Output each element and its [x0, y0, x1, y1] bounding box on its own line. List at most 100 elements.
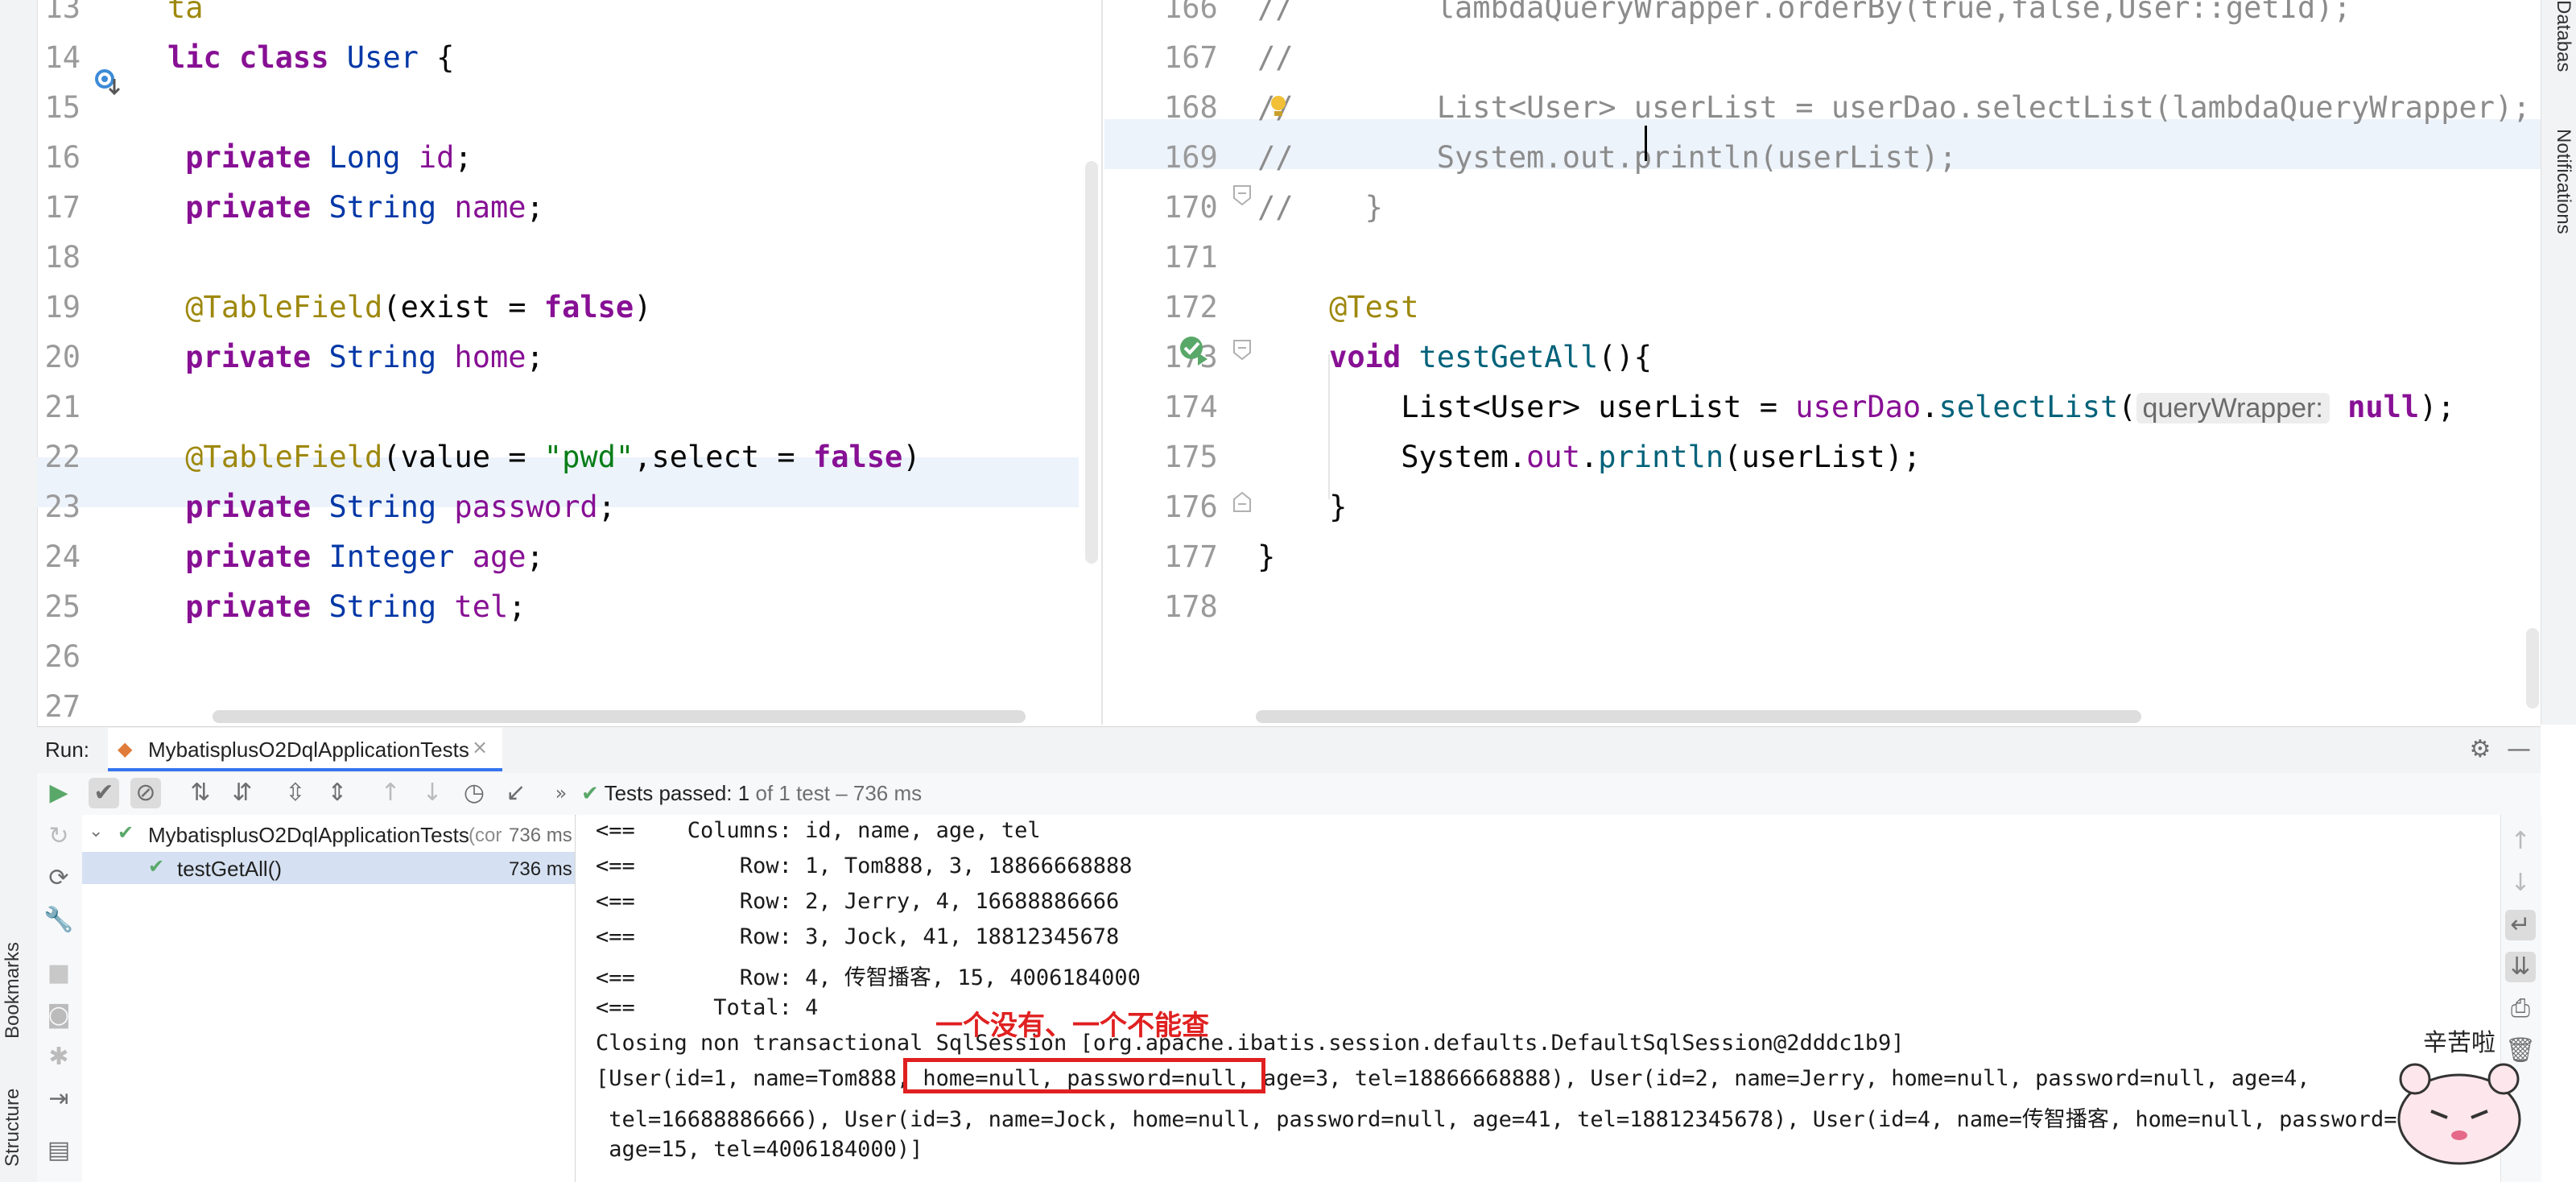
code-line[interactable]: ta	[167, 0, 204, 25]
code-line[interactable]: // System.out.println(userList);	[1257, 140, 1957, 175]
rerun-failed-icon[interactable]: ↻	[43, 821, 74, 852]
code-line[interactable]: private Long id;	[167, 140, 472, 175]
highlight-box	[903, 1058, 1265, 1093]
code-line[interactable]: //	[1257, 40, 1294, 75]
code-token: }	[1257, 490, 1348, 524]
left-editor-hscroll[interactable]	[213, 710, 1026, 723]
run-tab-label: MybatisplusO2DqlApplicationTests	[148, 738, 469, 762]
export-icon[interactable]: ↙	[501, 778, 531, 808]
code-line[interactable]: private String home;	[167, 340, 544, 374]
tests-passed-label: Tests passed:	[604, 781, 733, 805]
code-token: ;	[508, 589, 526, 624]
code-line[interactable]: private Integer age;	[167, 539, 544, 574]
fold-marker-icon[interactable]	[1232, 338, 1253, 361]
code-line[interactable]: private String password;	[167, 490, 616, 524]
code-line[interactable]: }	[1257, 539, 1275, 574]
code-token: // System.out.println(userList);	[1257, 140, 1957, 175]
rerun-icon[interactable]: ▶	[43, 778, 74, 808]
code-line[interactable]: // }	[1257, 190, 1383, 225]
sort-alphabetically-icon[interactable]: ⇅	[185, 778, 216, 808]
code-token: age	[472, 539, 526, 574]
show-passed-toggle-icon[interactable]: ✔	[89, 778, 119, 808]
line-number: 172	[1164, 290, 1218, 324]
code-token: (){	[1598, 340, 1653, 374]
notifications-tab[interactable]: Notifications	[2545, 129, 2574, 250]
code-line[interactable]: private String tel;	[167, 589, 526, 624]
next-failed-icon[interactable]: ↓	[417, 778, 448, 808]
layout-icon[interactable]: ▤	[43, 1135, 74, 1166]
code-token: );	[2419, 390, 2455, 424]
code-line[interactable]: List<User> userList = userDao.selectList…	[1257, 390, 2455, 424]
code-token: }	[1257, 539, 1276, 574]
code-token: false	[543, 290, 634, 324]
exit-icon[interactable]: ⇥	[43, 1084, 74, 1114]
soft-wrap-icon[interactable]: ↵	[2505, 910, 2536, 940]
code-line[interactable]: lic class User {	[167, 40, 454, 75]
tree-row-class[interactable]: ⌄ ✔ MybatisplusO2DqlApplicationTests (co…	[82, 818, 575, 852]
console-line: tel=16688886666), User(id=3, name=Jock, …	[596, 1107, 2423, 1132]
previous-failed-icon[interactable]: ↑	[375, 778, 406, 808]
show-ignored-toggle-icon[interactable]: ⊘	[130, 778, 161, 808]
fold-marker-icon[interactable]	[1232, 491, 1253, 514]
structure-tab[interactable]: Structure	[2, 1079, 34, 1176]
intention-bulb-icon[interactable]	[1269, 93, 1288, 118]
fold-marker-icon[interactable]	[1232, 184, 1253, 206]
code-line[interactable]: System.out.println(userList);	[1257, 440, 1921, 474]
code-line[interactable]: @Test	[1257, 290, 1418, 324]
wrench-icon[interactable]: 🔧	[43, 905, 74, 936]
bookmarks-tab[interactable]: Bookmarks	[2, 926, 34, 1055]
expand-all-icon[interactable]: ⇳	[280, 778, 311, 808]
code-line[interactable]: }	[1257, 490, 1347, 524]
chevron-down-icon[interactable]: ⌄	[89, 821, 103, 841]
sticker-text: 辛苦啦	[2423, 1029, 2496, 1057]
database-tab[interactable]: Database	[2545, 0, 2574, 72]
right-editor-vscroll[interactable]	[2526, 628, 2539, 709]
code-token: private	[167, 589, 329, 624]
camera-icon[interactable]: ◙	[43, 1000, 74, 1031]
gear-icon[interactable]: ⚙	[2465, 734, 2496, 765]
scroll-up-icon[interactable]: ↑	[2505, 826, 2536, 857]
minimize-icon[interactable]: —	[2504, 734, 2534, 765]
right-code-editor[interactable]: 166 // lambdaQueryWrapper.orderBy(true,fa…	[1103, 0, 2541, 725]
run-test-gutter-icon[interactable]	[1177, 333, 1209, 366]
code-line[interactable]: private String name;	[167, 190, 544, 225]
scroll-to-end-icon[interactable]: ⇊	[2505, 952, 2536, 982]
code-token: Integer	[328, 539, 473, 574]
code-line[interactable]: @TableField(exist = false)	[167, 290, 651, 324]
run-tab[interactable]: ◆ MybatisplusO2DqlApplicationTests ×	[108, 728, 502, 771]
code-token: queryWrapper:	[2136, 393, 2330, 424]
code-line[interactable]: // List<User> userList = userDao.selectL…	[1257, 90, 2531, 125]
line-number: 20	[44, 340, 80, 374]
tree-row-method[interactable]: ✔ testGetAll() 736 ms	[82, 852, 575, 884]
left-code-editor[interactable]: 13 ta 14 lic class User {15 16 private Long …	[37, 0, 1101, 725]
sort-by-duration-icon[interactable]: ⇵	[227, 778, 258, 808]
code-line[interactable]: @TableField(value = "pwd",select = false…	[167, 440, 920, 474]
right-editor-hscroll[interactable]	[1256, 710, 2141, 723]
console-line: Closing non transactional SqlSession [or…	[596, 1031, 1905, 1056]
collapse-all-icon[interactable]: ⇕	[322, 778, 353, 808]
history-icon[interactable]: ◷	[459, 778, 489, 808]
close-icon[interactable]: ×	[472, 736, 488, 758]
console-line: <== Row: 2, Jerry, 4, 16688886666	[596, 889, 1120, 914]
check-icon: ✔	[148, 855, 165, 878]
scroll-down-icon[interactable]: ↓	[2505, 868, 2536, 899]
code-line[interactable]: void testGetAll(){	[1257, 340, 1652, 374]
more-icon[interactable]: »	[546, 778, 576, 808]
implementation-gutter-icon[interactable]	[93, 68, 122, 97]
debug-icon[interactable]: ✱	[43, 1042, 74, 1072]
code-token: .	[1921, 390, 1939, 424]
toggle-autotest-icon[interactable]: ⟳	[43, 863, 74, 894]
code-token: (value =	[382, 440, 544, 474]
line-number: 18	[44, 240, 80, 275]
line-number: 167	[1164, 40, 1218, 75]
code-token: password	[454, 490, 598, 524]
code-token: userDao	[1795, 390, 1922, 424]
code-token: out	[1526, 440, 1580, 474]
console-line: <== Row: 1, Tom888, 3, 18866668888	[596, 853, 1133, 878]
run-toolbar	[37, 773, 2541, 816]
console-line: age=15, tel=4006184000)]	[596, 1137, 923, 1162]
code-token: // }	[1257, 190, 1383, 225]
code-line[interactable]: // lambdaQueryWrapper.orderBy(true,false…	[1257, 0, 2351, 25]
left-editor-vscroll[interactable]	[1085, 161, 1098, 564]
stop-icon[interactable]: ■	[43, 958, 74, 989]
